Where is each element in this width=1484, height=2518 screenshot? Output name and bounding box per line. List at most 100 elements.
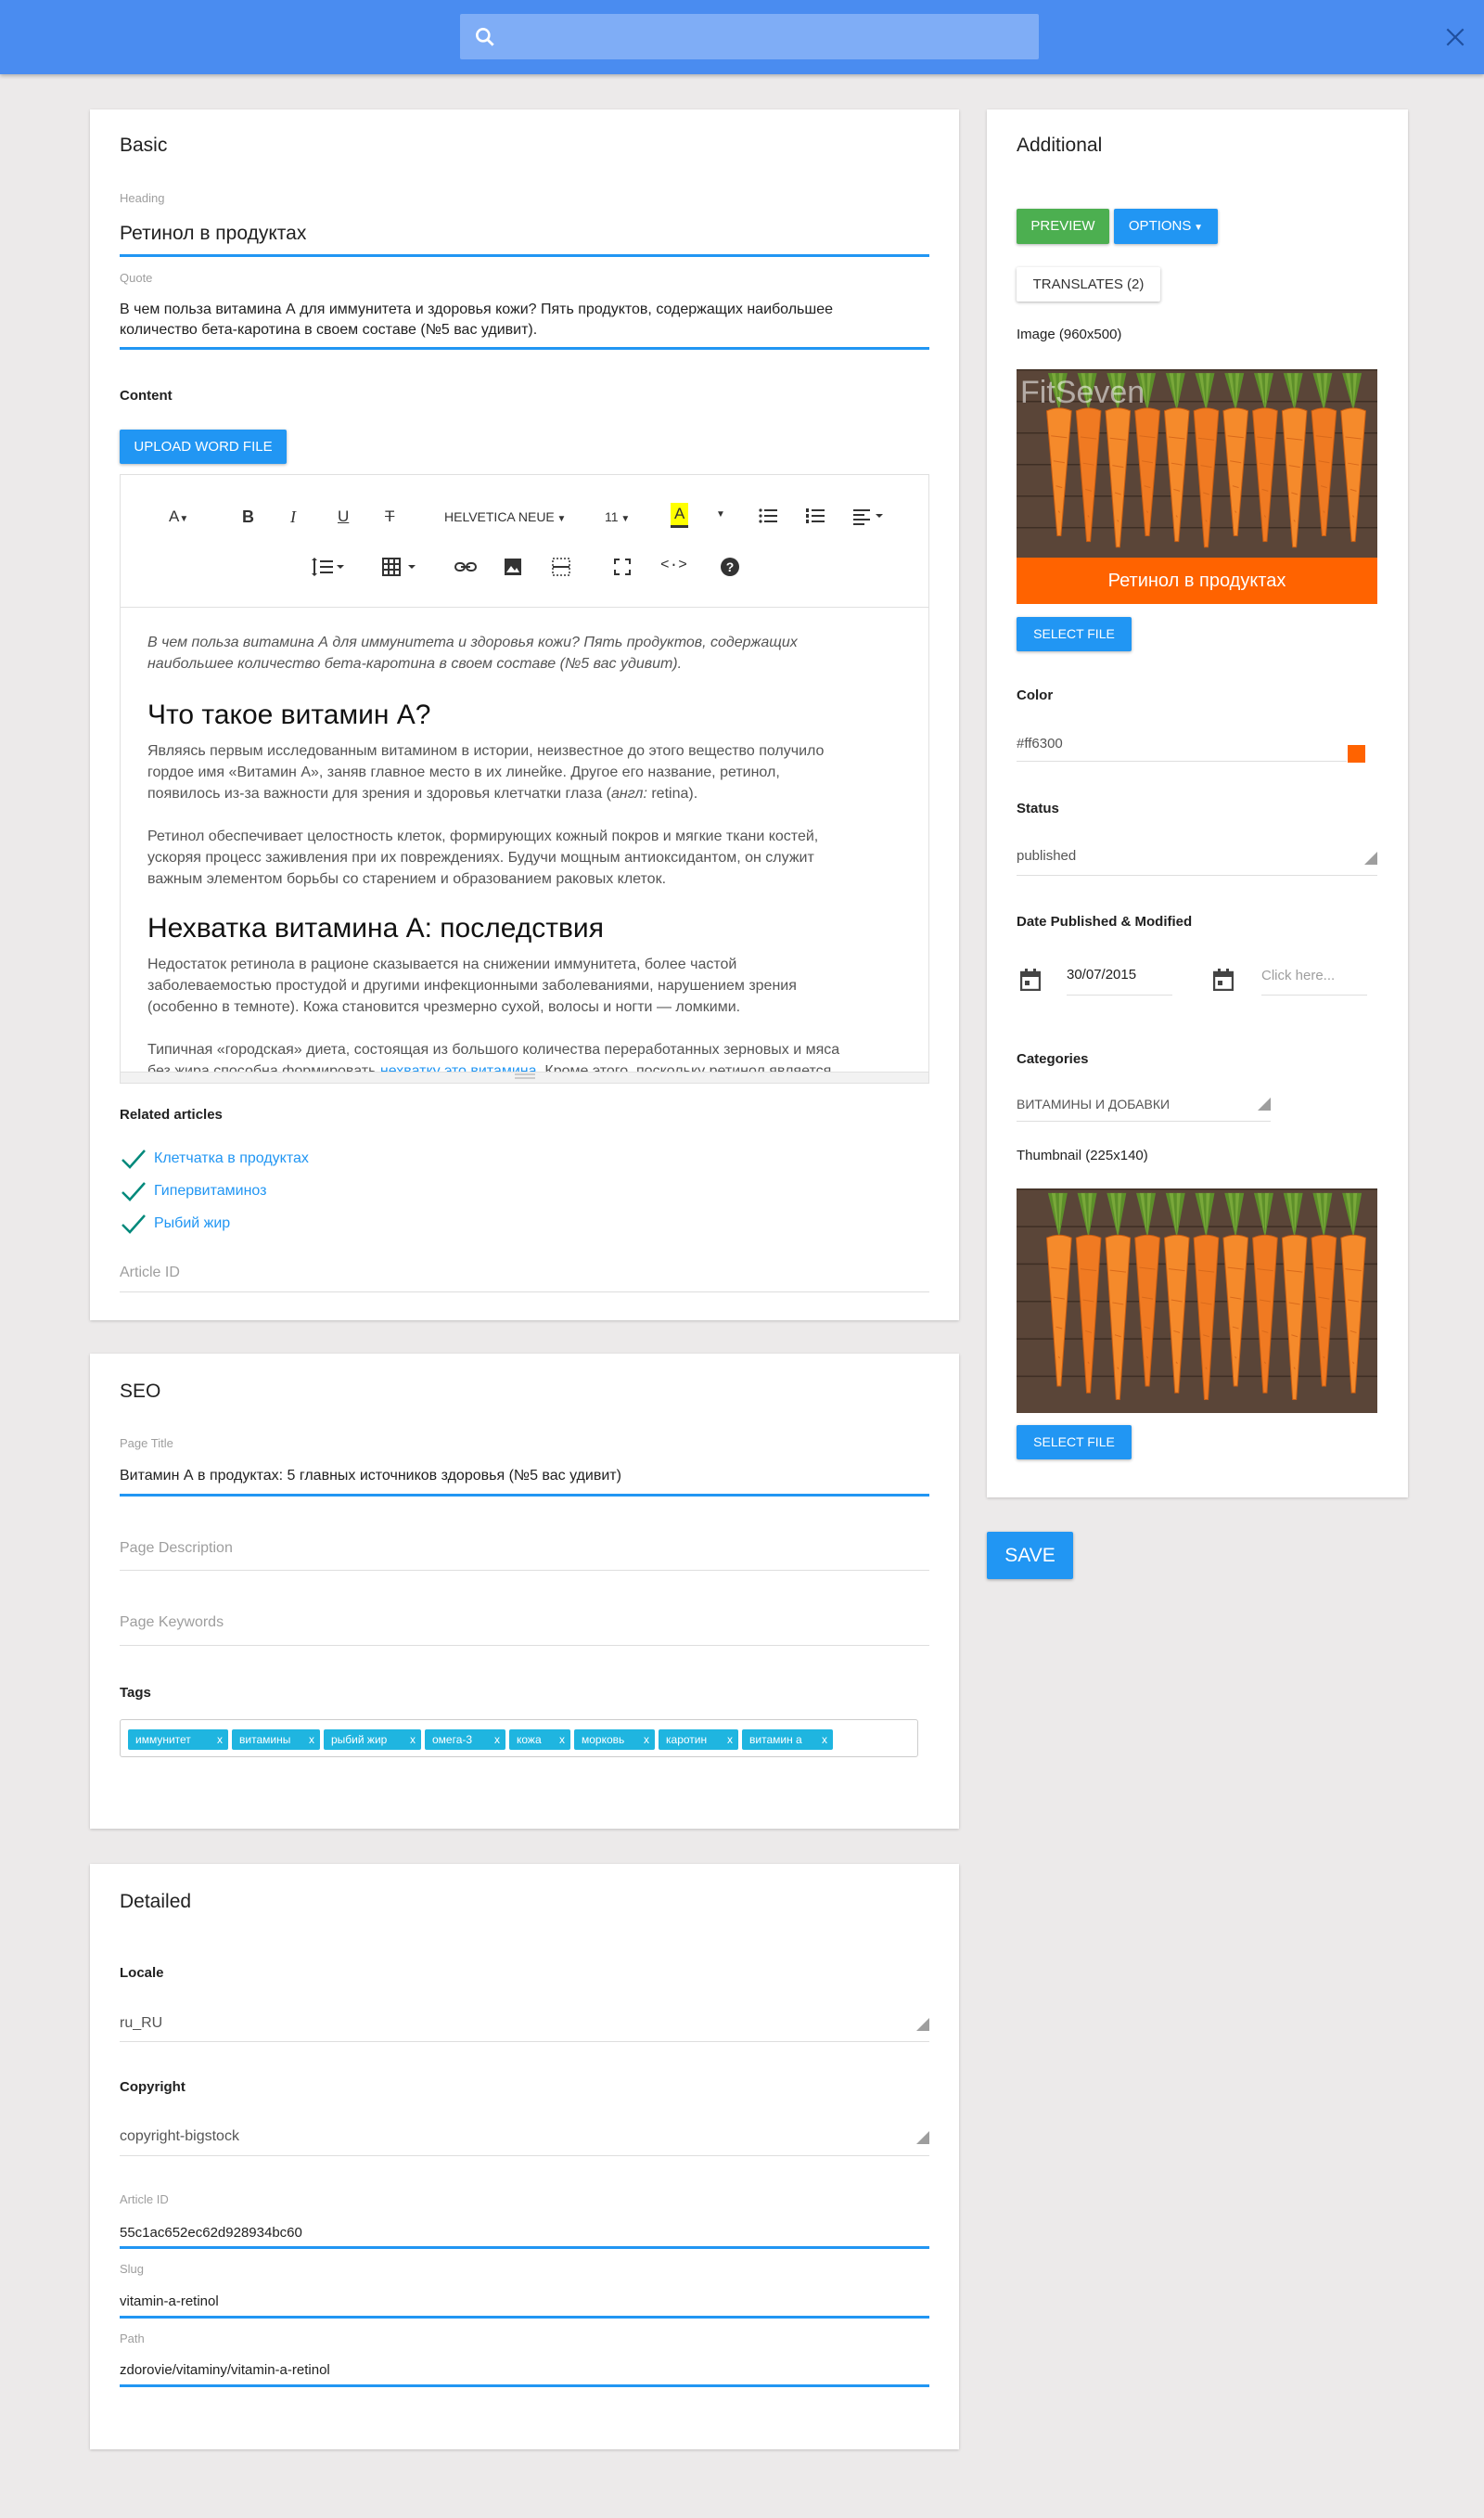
status-underline (1017, 875, 1377, 876)
color-swatch[interactable] (1348, 745, 1365, 763)
line-height-icon[interactable] (309, 558, 346, 576)
calendar-icon[interactable] (1213, 969, 1234, 991)
calendar-icon[interactable] (1020, 969, 1041, 991)
font-family-select[interactable]: HELVETICA NEUE ▼ (444, 509, 566, 524)
options-button[interactable]: OPTIONS ▼ (1114, 209, 1218, 244)
highlight-color-button[interactable]: A (671, 503, 689, 528)
numbered-list-icon[interactable] (805, 507, 825, 525)
preview-button[interactable]: PREVIEW (1017, 209, 1109, 244)
tag-chip[interactable]: иммунитет x (128, 1729, 228, 1750)
tag-chip[interactable]: каротин x (659, 1729, 738, 1750)
path-input[interactable]: zdorovie/vitaminy/vitamin-a-retinol (120, 2362, 330, 2378)
editor-paragraph-2: Ретинол обеспечивает целостность клеток,… (147, 829, 819, 887)
status-dropdown-arrow[interactable] (1364, 852, 1377, 865)
color-underline (1017, 761, 1347, 762)
tag-remove-icon[interactable]: x (727, 1729, 733, 1750)
save-button[interactable]: SAVE (987, 1532, 1073, 1579)
tag-remove-icon[interactable]: x (410, 1729, 416, 1750)
locale-underline (120, 2041, 929, 2042)
tag-chip[interactable]: витамин аx (742, 1729, 833, 1750)
code-view-icon[interactable]: <·> (660, 557, 687, 573)
page-description-underline (120, 1570, 929, 1571)
copyright-dropdown-arrow[interactable] (916, 2131, 929, 2144)
tag-remove-icon[interactable]: x (309, 1729, 314, 1750)
horizontal-rule-icon[interactable] (552, 558, 570, 576)
locale-select[interactable]: ru_RU (120, 2015, 162, 2032)
editor-heading-2: Нехватка витамина А: последствия (147, 913, 604, 944)
article-id-value-input[interactable]: 55c1ac652ec62d928934bc60 (120, 2225, 302, 2241)
categories-dropdown-arrow[interactable] (1258, 1098, 1271, 1111)
date-label: Date Published & Modified (1017, 914, 1193, 930)
date-published-underline (1067, 995, 1172, 996)
related-article-label: Гипервитаминоз (154, 1183, 267, 1199)
font-family-value: HELVETICA NEUE (444, 509, 555, 524)
tag-chip[interactable]: витамины x (232, 1729, 320, 1750)
thumbnail-image (1017, 1188, 1377, 1413)
editor-paragraph-1: Являясь первым исследованным витамином в… (147, 743, 825, 802)
editor-resize-handle[interactable] (515, 1073, 535, 1079)
categories-select[interactable]: ВИТАМИНЫ И ДОБАВКИ (1017, 1097, 1170, 1111)
highlight-color-dropdown[interactable]: ▼ (716, 509, 725, 520)
fullscreen-icon[interactable] (614, 559, 631, 575)
slug-input[interactable]: vitamin-a-retinol (120, 2293, 219, 2309)
date-published-input[interactable]: 30/07/2015 (1067, 967, 1136, 983)
editor-content-part-2: Что такое витамин А? Являясь первым иссл… (147, 687, 889, 1082)
select-thumbnail-file-button[interactable]: SELECT FILE (1017, 1425, 1132, 1459)
carrots-thumbnail (1017, 1188, 1377, 1413)
close-icon[interactable] (1443, 25, 1467, 49)
check-icon (122, 1182, 146, 1201)
italic-button[interactable]: I (290, 507, 296, 527)
translates-button[interactable]: TRANSLATES (2) (1017, 267, 1160, 302)
status-select[interactable]: published (1017, 848, 1076, 864)
tag-remove-icon[interactable]: x (494, 1729, 500, 1750)
related-article-label: Рыбий жир (154, 1215, 231, 1231)
date-modified-input[interactable]: Click here... (1261, 968, 1335, 983)
image-watermark: FitSeven (1020, 375, 1145, 410)
seo-card (90, 1354, 959, 1829)
color-input[interactable]: #ff6300 (1017, 736, 1063, 752)
page-keywords-input[interactable]: Page Keywords (120, 1614, 224, 1631)
font-size-select[interactable]: 11 ▼ (605, 509, 630, 524)
quote-underline (120, 347, 929, 350)
align-icon[interactable] (852, 507, 884, 525)
quote-input-line-1[interactable]: В чем польза витамина А для иммунитета и… (120, 302, 833, 318)
path-label: Path (120, 2332, 145, 2345)
table-icon[interactable] (382, 557, 419, 577)
seo-card-title: SEO (120, 1381, 161, 1402)
upload-word-file-button[interactable]: UPLOAD WORD FILE (120, 430, 287, 464)
heading-label: Heading (120, 191, 165, 205)
locale-dropdown-arrow[interactable] (916, 2018, 929, 2031)
copyright-select[interactable]: copyright-bigstock (120, 2128, 239, 2145)
heading-input[interactable]: Ретинол в продуктах (120, 223, 306, 245)
image-icon[interactable] (504, 558, 522, 576)
select-image-file-button[interactable]: SELECT FILE (1017, 617, 1132, 651)
tag-remove-icon[interactable]: x (559, 1729, 565, 1750)
clear-format-icon[interactable]: T (385, 507, 394, 526)
tag-remove-icon[interactable]: x (217, 1729, 223, 1750)
tag-chip[interactable]: омега-3 x (425, 1729, 505, 1750)
article-id-input[interactable]: Article ID (120, 1265, 180, 1281)
help-icon[interactable]: ? (720, 557, 740, 577)
tags-input[interactable]: иммунитет x витамины x рыбий жир x омега-3 x… (120, 1719, 918, 1757)
copyright-underline (120, 2155, 929, 2156)
color-label: Color (1017, 687, 1054, 703)
page-title-input[interactable]: Витамин А в продуктах: 5 главных источни… (120, 1468, 621, 1484)
detailed-card-title: Detailed (120, 1891, 192, 1912)
page-description-input[interactable]: Page Description (120, 1540, 233, 1557)
tag-chip[interactable]: морковь x (574, 1729, 655, 1750)
tag-remove-icon[interactable]: x (822, 1729, 827, 1750)
tag-chip[interactable]: рыбий жир x (324, 1729, 421, 1750)
bold-button[interactable]: B (242, 507, 254, 527)
bullet-list-icon[interactable] (758, 507, 778, 525)
image-caption-bar: Ретинол в продуктах (1017, 558, 1377, 604)
search-input[interactable] (460, 14, 1039, 59)
text-style-button[interactable]: A▼ (169, 507, 188, 526)
underline-button[interactable]: U (338, 507, 349, 526)
tag-chip[interactable]: кожа x (509, 1729, 570, 1750)
quote-input-line-2[interactable]: количество бета-каротина в своем составе… (120, 322, 537, 339)
top-bar (0, 0, 1484, 74)
check-icon (122, 1150, 146, 1169)
tag-remove-icon[interactable]: x (644, 1729, 649, 1750)
link-icon[interactable] (454, 559, 477, 574)
date-modified-underline (1261, 995, 1367, 996)
